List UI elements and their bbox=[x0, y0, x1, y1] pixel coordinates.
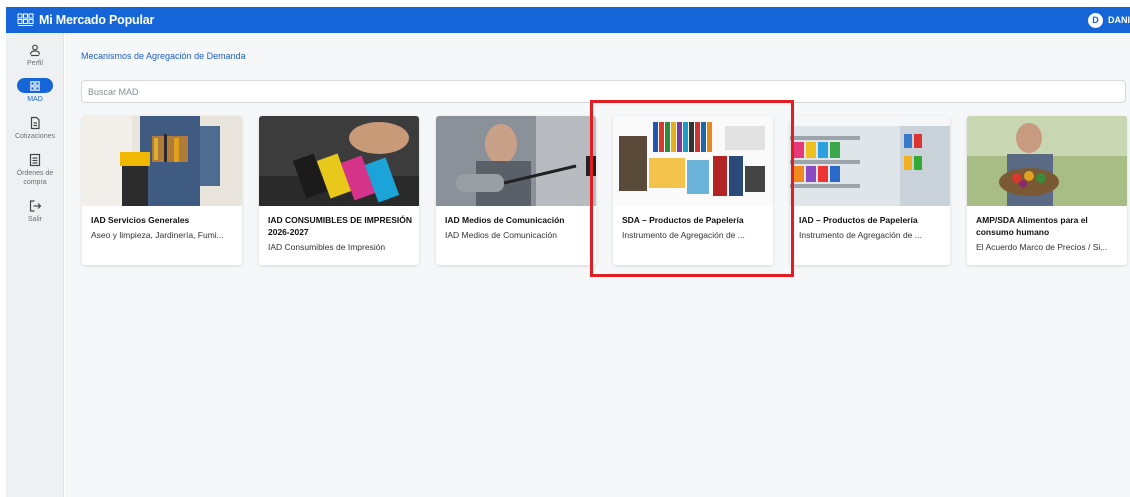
card-title: IAD Servicios Generales bbox=[91, 215, 190, 225]
card-description: Instrumento de Agregación de ... bbox=[622, 230, 745, 240]
mad-card-medios-comunicacion[interactable]: IAD Medios de Comunicación IAD Medios de… bbox=[436, 116, 596, 265]
farmer-vegetables-photo bbox=[967, 116, 1127, 206]
page-title: Mecanismos de Agregación de Demanda bbox=[81, 51, 246, 61]
sidebar-item-salir[interactable]: Salir bbox=[6, 199, 64, 224]
sidebar-item-mad[interactable]: MAD bbox=[6, 78, 64, 104]
sidebar: Perfil MAD Cotizaciones Órdenes de compr… bbox=[6, 33, 64, 497]
card-title: IAD CONSUMIBLES DE IMPRESIÓN 2026-2027 bbox=[268, 215, 413, 237]
store-shelves-photo bbox=[790, 116, 950, 206]
sidebar-item-cotizaciones[interactable]: Cotizaciones bbox=[6, 116, 64, 141]
mad-card-sda-papeleria[interactable]: SDA – Productos de Papelería Instrumento… bbox=[613, 116, 773, 265]
card-description: El Acuerdo Marco de Precios / Si... bbox=[976, 242, 1108, 252]
sidebar-item-label: Cotizaciones bbox=[14, 133, 56, 140]
document-icon bbox=[30, 116, 40, 130]
app-title: Mi Mercado Popular bbox=[39, 13, 155, 27]
worker-toolbelt-photo bbox=[82, 116, 242, 206]
card-description: Aseo y limpieza, Jardinería, Fumi... bbox=[91, 230, 224, 240]
mad-card-iad-papeleria[interactable]: IAD – Productos de Papelería Instrumento… bbox=[790, 116, 950, 265]
main-content: Mecanismos de Agregación de Demanda IAD … bbox=[65, 33, 1130, 497]
sidebar-item-label: MAD bbox=[27, 96, 43, 103]
logout-icon bbox=[29, 200, 42, 212]
sidebar-item-ordenes[interactable]: Órdenes de compra bbox=[6, 153, 64, 187]
user-group-icon bbox=[29, 44, 41, 57]
top-bar: Mi Mercado Popular D DANI bbox=[6, 7, 1130, 33]
card-description: IAD Medios de Comunicación bbox=[445, 230, 557, 240]
market-logo-icon bbox=[17, 13, 34, 26]
mad-card-alimentos[interactable]: AMP/SDA Alimentos para el consumo humano… bbox=[967, 116, 1127, 265]
search-input[interactable] bbox=[81, 80, 1126, 103]
card-description: Instrumento de Agregación de ... bbox=[799, 230, 922, 240]
sidebar-item-perfil[interactable]: Perfil bbox=[6, 43, 64, 68]
ink-cartridges-photo bbox=[259, 116, 419, 206]
sidebar-item-label: Órdenes de compra bbox=[16, 170, 54, 186]
stationery-supplies-photo bbox=[613, 116, 773, 206]
card-description: IAD Consumibles de Impresión bbox=[268, 242, 386, 252]
microphone-studio-photo bbox=[436, 116, 596, 206]
mad-card-consumibles-impresion[interactable]: IAD CONSUMIBLES DE IMPRESIÓN 2026-2027 I… bbox=[259, 116, 419, 265]
card-title: AMP/SDA Alimentos para el consumo humano bbox=[976, 215, 1088, 237]
card-title: IAD – Productos de Papelería bbox=[799, 215, 918, 225]
mad-card-servicios-generales[interactable]: IAD Servicios Generales Aseo y limpieza,… bbox=[82, 116, 242, 265]
card-title: SDA – Productos de Papelería bbox=[622, 215, 744, 225]
sidebar-item-label: Perfil bbox=[27, 60, 43, 67]
card-title: IAD Medios de Comunicación bbox=[445, 215, 565, 225]
brand[interactable]: Mi Mercado Popular bbox=[17, 13, 154, 27]
user-name: DANI bbox=[1108, 15, 1130, 25]
sidebar-item-label: Salir bbox=[27, 216, 42, 223]
active-indicator bbox=[17, 78, 53, 93]
grid-icon bbox=[30, 80, 40, 91]
avatar: D bbox=[1088, 12, 1103, 28]
user-menu[interactable]: D DANI bbox=[1088, 7, 1130, 33]
list-icon bbox=[29, 153, 41, 167]
